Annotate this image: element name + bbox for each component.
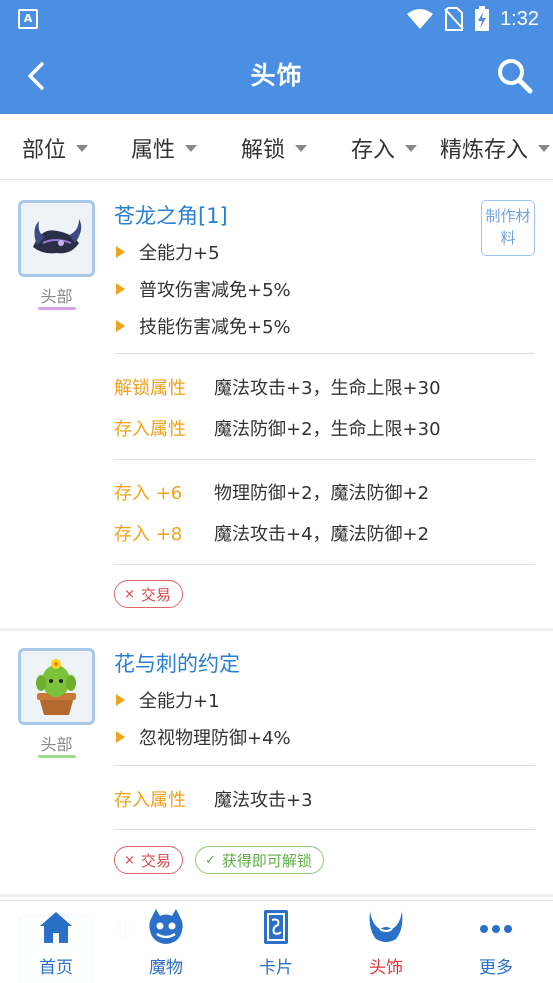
cross-icon: × [124, 586, 135, 602]
wifi-icon [407, 9, 434, 29]
unlock-on-obtain-tag: ✓ 获得即可解锁 [195, 846, 324, 874]
filter-unlock[interactable]: 解锁 [241, 132, 308, 164]
item-stat: 全能力+5 [116, 239, 220, 265]
filter-label: 解锁 [241, 138, 286, 163]
dropdown-caret-icon [76, 144, 89, 152]
item-card[interactable]: 头部 苍龙之角[1] 制作材料 全能力+5 普攻伤害减免+5% 技能伤害减免+5… [0, 181, 553, 628]
attribute-value: 魔法攻击+3，生命上限+30 [214, 378, 441, 399]
attribute-label: 存入 +6 [114, 483, 183, 504]
filter-label: 存入 [351, 138, 396, 163]
trade-tag: × 交易 [114, 846, 183, 874]
divider [114, 564, 535, 565]
filter-attribute[interactable]: 属性 [131, 132, 198, 164]
attribute-label: 解锁属性 [114, 378, 186, 399]
status-time: 1:32 [500, 7, 539, 30]
nav-monster[interactable]: 魔物 [126, 907, 206, 978]
search-icon [498, 59, 533, 94]
slot-color-bar [38, 307, 76, 310]
divider [114, 829, 535, 830]
item-stat: 全能力+1 [116, 687, 220, 713]
filter-refine-deposit[interactable]: 精炼存入 [440, 132, 551, 164]
item-name[interactable]: 苍龙之角[1] [114, 200, 228, 230]
filter-bar: 部位 属性 解锁 存入 精炼存入 [0, 114, 553, 180]
divider [114, 353, 535, 354]
unlock-attribute-row: 解锁属性 魔法攻击+3，生命上限+30 [114, 374, 441, 400]
dragon-horn-icon [33, 219, 82, 254]
headwear-icon [369, 911, 403, 942]
cross-icon: × [124, 852, 135, 868]
card-icon [264, 910, 288, 944]
attribute-value: 魔法防御+2，生命上限+30 [214, 419, 441, 440]
attribute-label: 存入属性 [114, 790, 186, 811]
item-stat-text: 普攻伤害减免+5% [139, 280, 291, 301]
attribute-value: 物理防御+2，魔法防御+2 [214, 483, 430, 504]
item-card[interactable]: 头部 花与刺的约定 全能力+1 忽视物理防御+4% 存入属性 魔法攻击+3 × … [0, 631, 553, 894]
dropdown-caret-icon [405, 144, 418, 152]
item-stat-text: 全能力+5 [139, 243, 220, 264]
tag-label: 交易 [140, 851, 171, 870]
item-stat-text: 忽视物理防御+4% [139, 728, 291, 749]
item-stat-text: 全能力+1 [139, 691, 220, 712]
bottom-navigation: 首页 魔物 卡片 头饰 更多 [0, 900, 553, 983]
status-bar: A 1:32 [0, 0, 553, 38]
bullet-triangle-icon [116, 246, 125, 258]
dropdown-caret-icon [185, 144, 198, 152]
refine-deposit-row: 存入 +8 魔法攻击+4，魔法防御+2 [114, 520, 429, 546]
dropdown-caret-icon [295, 144, 308, 152]
nav-label: 卡片 [259, 958, 293, 978]
divider [114, 459, 535, 460]
slot-color-bar [38, 755, 76, 758]
nav-headwear[interactable]: 头饰 [346, 907, 426, 978]
item-stat: 忽视物理防御+4% [116, 724, 291, 750]
tag-label: 交易 [140, 585, 171, 604]
filter-label: 部位 [22, 138, 67, 163]
attribute-value: 魔法攻击+3 [214, 790, 313, 811]
nav-label: 首页 [39, 958, 73, 978]
filter-label: 属性 [131, 138, 176, 163]
divider [114, 765, 535, 766]
item-slot-label: 头部 [40, 287, 73, 306]
item-thumbnail [18, 648, 95, 725]
attribute-label: 存入属性 [114, 419, 186, 440]
search-button[interactable] [495, 56, 535, 96]
check-icon: ✓ [205, 852, 216, 868]
trade-tag: × 交易 [114, 580, 183, 608]
more-icon [480, 925, 512, 933]
title-bar: 头饰 [0, 38, 553, 114]
item-slot-label: 头部 [40, 735, 73, 754]
bullet-triangle-icon [116, 283, 125, 295]
item-thumbnail [18, 200, 95, 277]
filter-label: 精炼存入 [440, 138, 529, 163]
nav-label: 更多 [479, 958, 513, 978]
nav-more[interactable]: 更多 [456, 907, 536, 978]
item-stat: 普攻伤害减免+5% [116, 276, 291, 302]
refine-deposit-row: 存入 +6 物理防御+2，魔法防御+2 [114, 479, 429, 505]
crafting-material-button[interactable]: 制作材料 [481, 200, 535, 256]
dropdown-caret-icon [538, 144, 551, 152]
filter-deposit[interactable]: 存入 [351, 132, 418, 164]
home-icon [40, 912, 72, 943]
nav-label: 头饰 [369, 958, 403, 978]
deposit-attribute-row: 存入属性 魔法防御+2，生命上限+30 [114, 415, 441, 441]
page-title: 头饰 [250, 61, 303, 90]
nav-home[interactable]: 首页 [16, 907, 96, 978]
bullet-triangle-icon [116, 320, 125, 332]
nav-label: 魔物 [149, 958, 183, 978]
battery-charging-icon [475, 6, 490, 31]
tag-label: 获得即可解锁 [221, 851, 312, 870]
bullet-triangle-icon [116, 731, 125, 743]
deposit-attribute-row: 存入属性 魔法攻击+3 [114, 786, 313, 812]
item-stat-text: 技能伤害减免+5% [139, 317, 291, 338]
nav-card[interactable]: 卡片 [236, 907, 316, 978]
attribute-value: 魔法攻击+4，魔法防御+2 [214, 524, 430, 545]
monster-icon [149, 909, 183, 944]
item-stat: 技能伤害减免+5% [116, 313, 291, 339]
attribute-label: 存入 +8 [114, 524, 183, 545]
cactus-pot-icon [36, 659, 76, 715]
no-sim-icon [444, 7, 464, 31]
app-notification-icon: A [18, 9, 38, 29]
bullet-triangle-icon [116, 694, 125, 706]
filter-slot[interactable]: 部位 [22, 132, 89, 164]
item-name[interactable]: 花与刺的约定 [114, 648, 240, 678]
